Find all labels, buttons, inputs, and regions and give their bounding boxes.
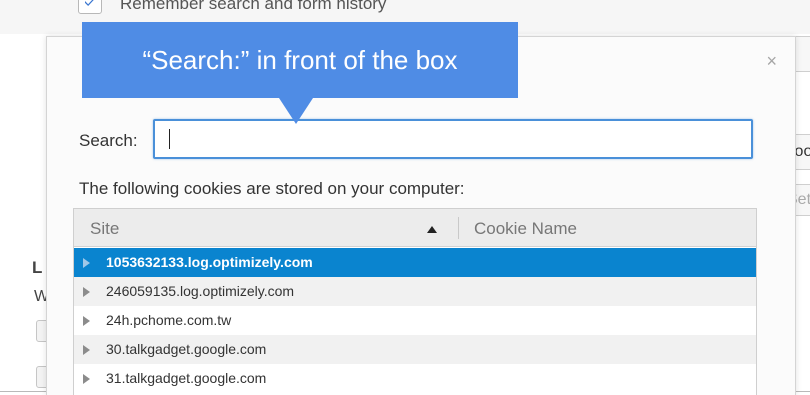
table-row[interactable]: 31.talkgadget.google.com — [74, 364, 756, 393]
remember-history-checkbox[interactable] — [78, 0, 102, 14]
site-name: 31.talkgadget.google.com — [106, 370, 267, 386]
callout-pointer — [279, 98, 313, 124]
background-heading: L — [32, 258, 43, 277]
table-header: Site Cookie Name — [74, 209, 756, 247]
expand-arrow-icon[interactable] — [83, 316, 90, 326]
table-body: 1053632133.log.optimizely.com 246059135.… — [74, 248, 756, 393]
sort-ascending-icon[interactable] — [427, 226, 437, 233]
expand-arrow-icon[interactable] — [83, 374, 90, 384]
expand-arrow-icon[interactable] — [83, 258, 90, 268]
column-header-site[interactable]: Site — [90, 219, 119, 239]
site-name: 246059135.log.optimizely.com — [106, 283, 295, 299]
column-header-cookie-name[interactable]: Cookie Name — [474, 219, 577, 239]
table-row[interactable]: 30.talkgadget.google.com — [74, 335, 756, 364]
column-divider[interactable] — [458, 217, 459, 239]
site-name: 24h.pchome.com.tw — [106, 312, 232, 328]
annotation-callout: “Search:” in front of the box — [82, 22, 518, 98]
table-row[interactable]: 246059135.log.optimizely.com — [74, 277, 756, 306]
checkmark-icon — [85, 0, 94, 6]
remember-history-label: Remember search and form history — [120, 0, 387, 13]
expand-arrow-icon[interactable] — [83, 287, 90, 297]
site-name: 1053632133.log.optimizely.com — [106, 254, 313, 270]
table-row[interactable]: 24h.pchome.com.tw — [74, 306, 756, 335]
cookies-table: Site Cookie Name 1053632133.log.optimize… — [73, 208, 757, 395]
site-name: 30.talkgadget.google.com — [106, 341, 267, 357]
table-row[interactable]: 1053632133.log.optimizely.com — [74, 248, 756, 277]
text-caret — [169, 129, 170, 149]
cookies-description: The following cookies are stored on your… — [79, 179, 465, 198]
expand-arrow-icon[interactable] — [83, 345, 90, 355]
search-input[interactable] — [153, 119, 753, 159]
search-label: Search: — [79, 131, 138, 150]
close-icon[interactable]: × — [766, 51, 777, 71]
